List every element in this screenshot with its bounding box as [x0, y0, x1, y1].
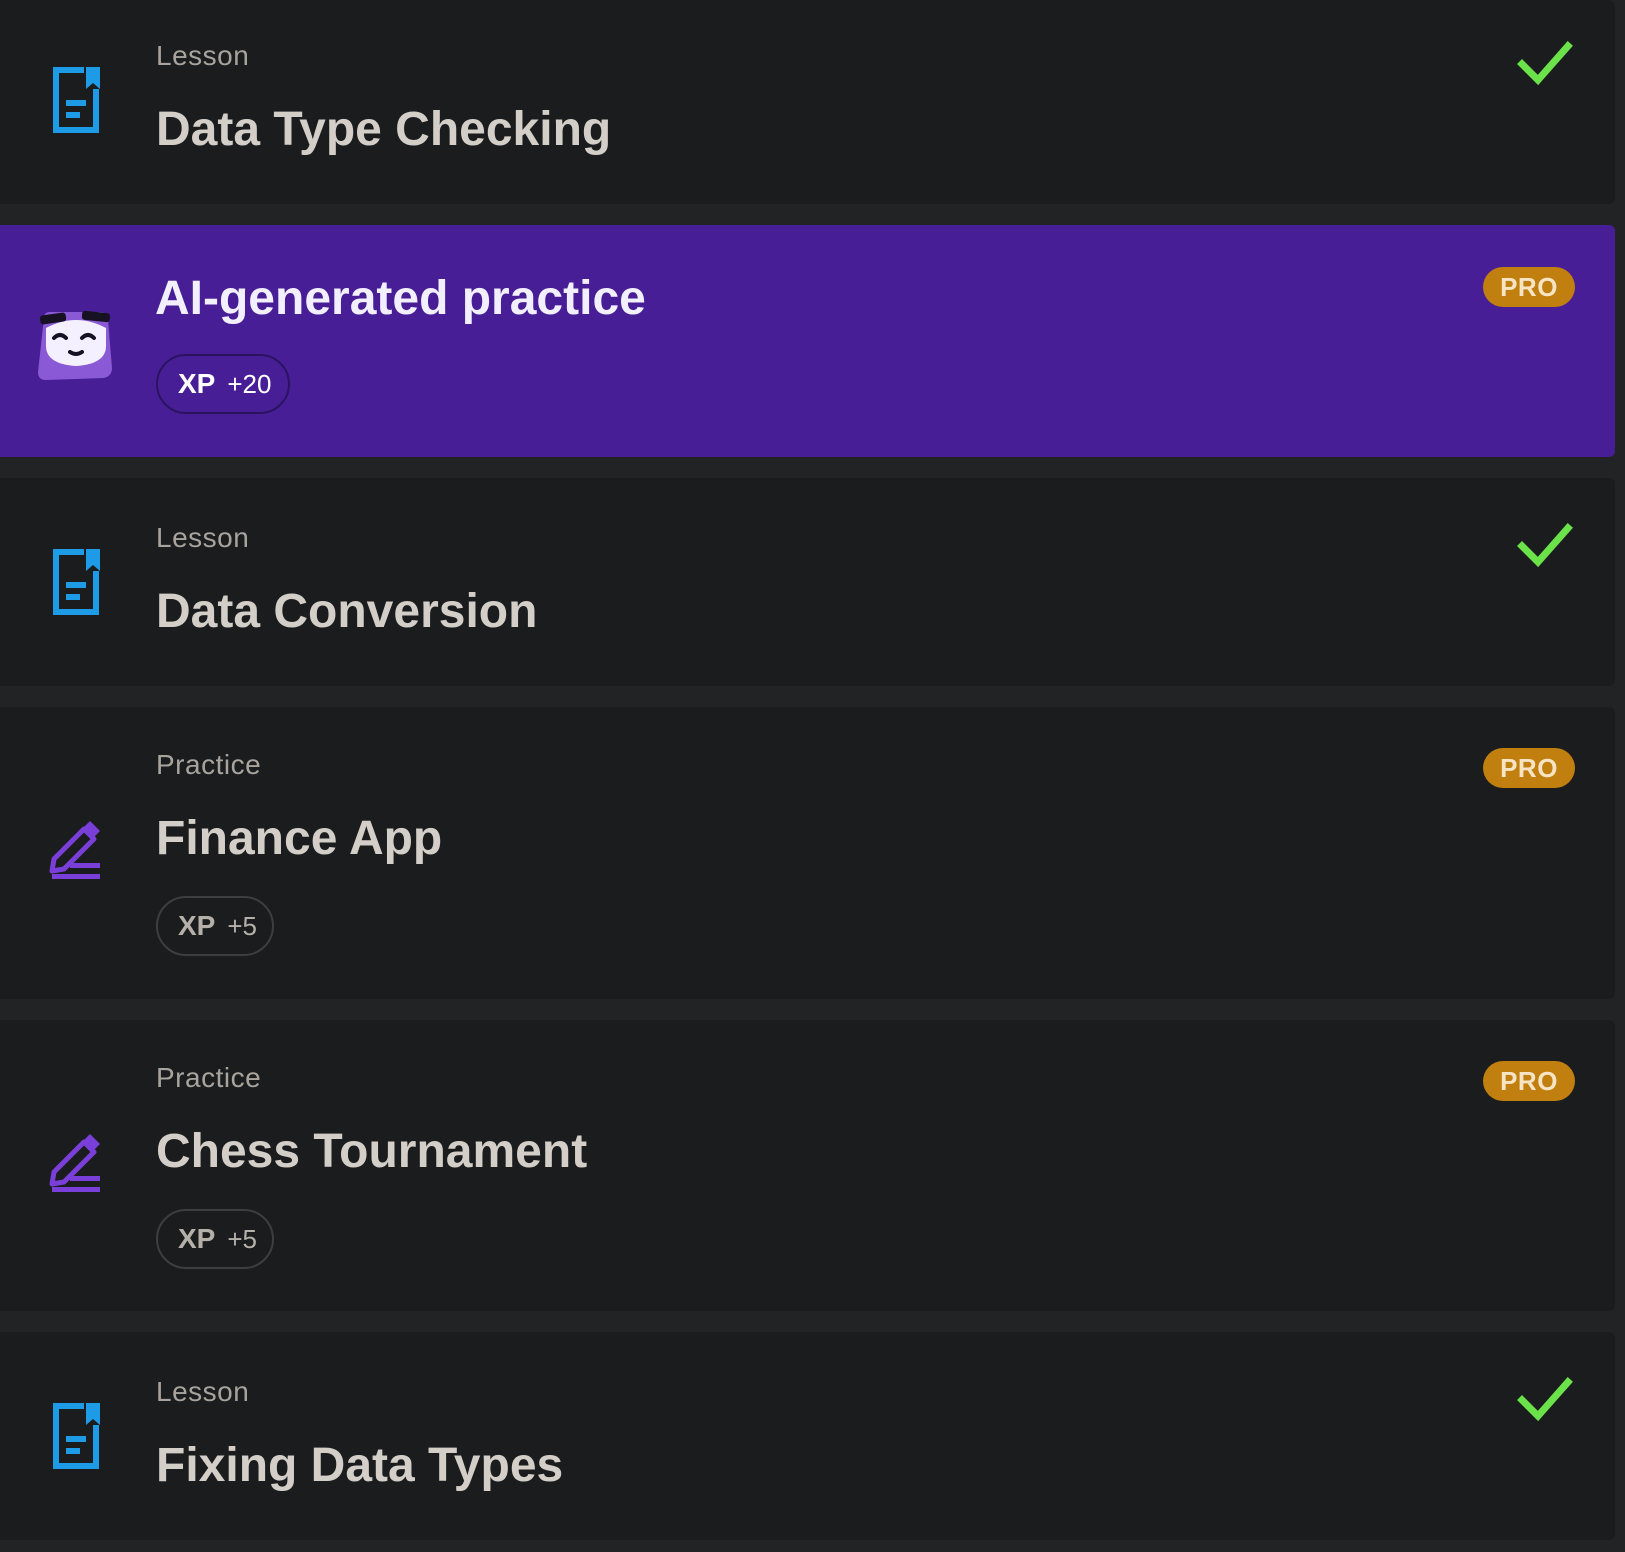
- xp-value: +5: [227, 1224, 258, 1254]
- list-item-finance-app[interactable]: Practice Finance App XP +5 PRO: [0, 707, 1615, 999]
- list-item-data-type-checking[interactable]: Lesson Data Type Checking: [0, 0, 1615, 204]
- item-kind-label: Lesson: [156, 1376, 250, 1407]
- xp-value: +5: [227, 911, 258, 941]
- lesson-document-icon: [44, 549, 108, 615]
- list-item-fixing-data-types[interactable]: Lesson Fixing Data Types: [0, 1332, 1615, 1540]
- pro-badge: PRO: [1483, 748, 1575, 788]
- checkmark-icon: [1517, 1377, 1573, 1422]
- lesson-document-icon: [44, 1403, 108, 1469]
- item-kind-label: Lesson: [156, 40, 250, 71]
- list-item-ai-generated-practice[interactable]: AI-generated practice XP +20 PRO: [0, 225, 1615, 457]
- item-title: Data Type Checking: [156, 103, 612, 156]
- item-kind-label: Lesson: [156, 522, 250, 553]
- item-kind-label: Practice: [156, 749, 262, 780]
- xp-label: XP: [178, 1223, 216, 1254]
- list-item-chess-tournament[interactable]: Practice Chess Tournament XP +5 PRO: [0, 1020, 1615, 1311]
- xp-label: XP: [178, 910, 216, 941]
- ai-mascot-icon: [36, 305, 116, 385]
- practice-pencil-icon: [42, 1132, 106, 1196]
- item-title: Chess Tournament: [156, 1125, 588, 1178]
- xp-value: +20: [227, 369, 272, 399]
- item-title: Data Conversion: [156, 585, 538, 638]
- list-item-data-conversion[interactable]: Lesson Data Conversion: [0, 478, 1615, 686]
- xp-label: XP: [178, 368, 216, 399]
- xp-pill: XP +20: [156, 354, 290, 414]
- checkmark-icon: [1517, 41, 1573, 86]
- item-title: Finance App: [156, 812, 443, 865]
- pro-badge: PRO: [1483, 1061, 1575, 1101]
- lesson-list: Lesson Data Type Checking AI-generated p…: [0, 0, 1625, 1552]
- item-title: Fixing Data Types: [156, 1439, 564, 1492]
- item-title: AI-generated practice: [155, 272, 646, 325]
- lesson-document-icon: [44, 67, 108, 133]
- xp-pill: XP +5: [156, 896, 274, 956]
- item-kind-label: Practice: [156, 1062, 262, 1093]
- checkmark-icon: [1517, 523, 1573, 568]
- xp-pill: XP +5: [156, 1209, 274, 1269]
- pro-badge: PRO: [1483, 267, 1575, 307]
- practice-pencil-icon: [42, 819, 106, 883]
